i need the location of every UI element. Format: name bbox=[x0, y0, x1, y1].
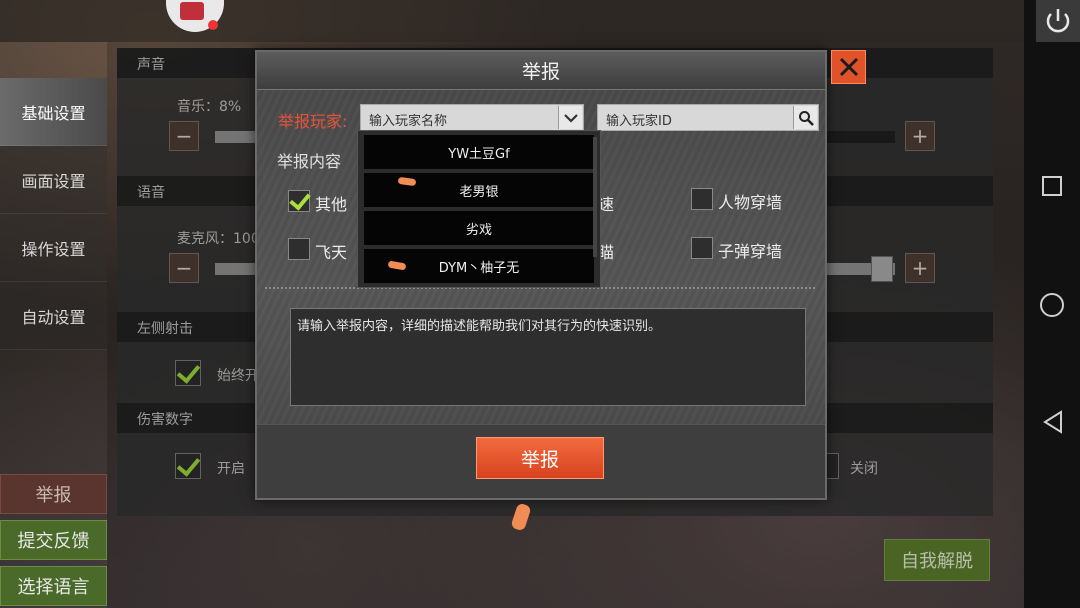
sidebar-item-graphics-settings[interactable]: 画面设置 bbox=[0, 146, 107, 214]
search-icon[interactable] bbox=[793, 106, 817, 129]
notification-dot bbox=[208, 20, 218, 30]
dialog-title: 举报 bbox=[257, 52, 825, 90]
option-other-checkbox[interactable] bbox=[288, 190, 310, 212]
report-content-label: 举报内容 bbox=[277, 152, 342, 171]
option-wallhack-checkbox[interactable] bbox=[691, 188, 713, 210]
submit-feedback-button[interactable]: 提交反馈 bbox=[0, 520, 107, 560]
settings-sidebar: 基础设置 画面设置 操作设置 自动设置 bbox=[0, 78, 107, 350]
back-icon[interactable] bbox=[1042, 410, 1064, 438]
option-bullet-wall-label: 子弹穿墙 bbox=[718, 242, 783, 261]
option-bullet-wall-checkbox[interactable] bbox=[691, 237, 713, 259]
player-name-combobox[interactable]: 输入玩家名称 bbox=[360, 104, 584, 131]
chevron-down-icon[interactable] bbox=[558, 106, 582, 129]
player-id-placeholder: 输入玩家ID bbox=[606, 114, 672, 129]
report-player-label: 举报玩家: bbox=[278, 112, 348, 131]
close-icon[interactable] bbox=[831, 50, 866, 84]
player-name-placeholder: 输入玩家名称 bbox=[369, 114, 448, 129]
option-fly-checkbox[interactable] bbox=[288, 238, 310, 260]
power-icon[interactable] bbox=[1036, 0, 1080, 42]
sidebar-item-basic-settings[interactable]: 基础设置 bbox=[0, 78, 107, 146]
home-icon[interactable] bbox=[1040, 293, 1064, 317]
report-content-textarea[interactable]: 请输入举报内容，详细的描述能帮助我们对其行为的快速识别。 bbox=[290, 308, 806, 406]
sidebar-item-auto-settings[interactable]: 自动设置 bbox=[0, 282, 107, 350]
select-language-button[interactable]: 选择语言 bbox=[0, 566, 107, 606]
dropdown-option[interactable]: YW土豆Gf bbox=[364, 135, 594, 169]
sidebar-item-control-settings[interactable]: 操作设置 bbox=[0, 214, 107, 282]
dropdown-option[interactable]: 劣戏 bbox=[364, 211, 594, 245]
recent-apps-icon[interactable] bbox=[1042, 176, 1062, 196]
report-tab-button[interactable]: 举报 bbox=[0, 474, 107, 514]
submit-report-button[interactable]: 举报 bbox=[476, 437, 604, 479]
option-other-label: 其他 bbox=[315, 195, 348, 214]
option-fly-label: 飞天 bbox=[315, 243, 348, 262]
dropdown-scrollbar[interactable] bbox=[593, 137, 597, 257]
player-id-input[interactable]: 输入玩家ID bbox=[597, 104, 819, 131]
top-bar bbox=[0, 0, 1024, 42]
option-wallhack-label: 人物穿墙 bbox=[718, 193, 783, 212]
